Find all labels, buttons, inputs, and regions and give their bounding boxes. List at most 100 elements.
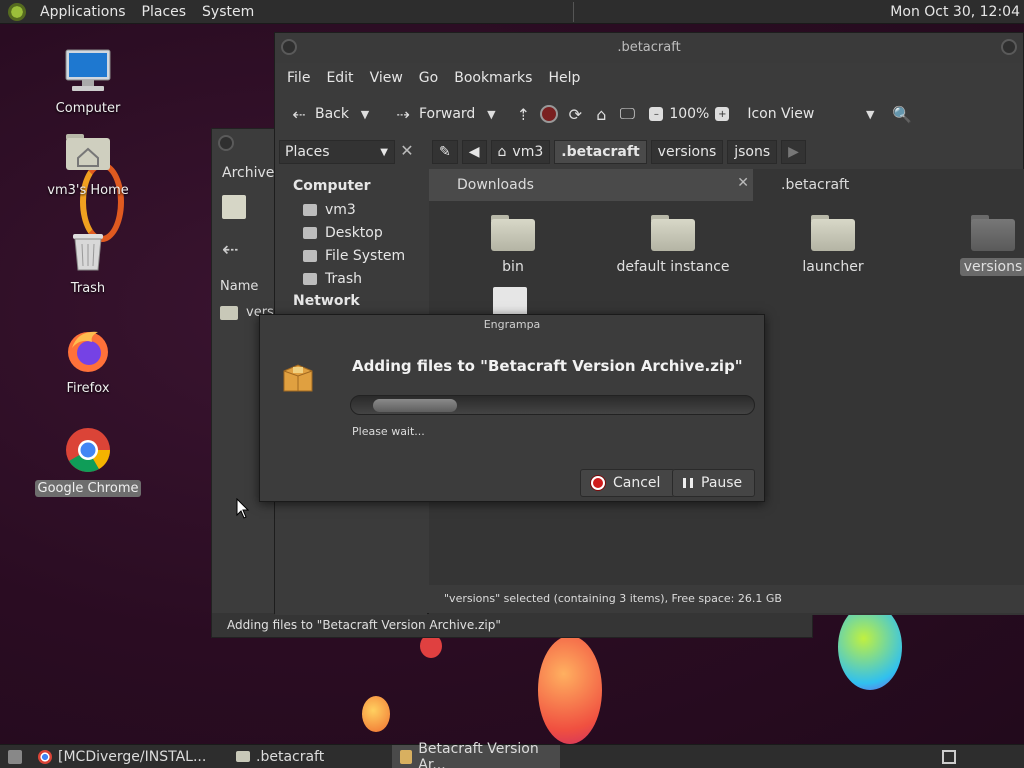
file-item-label: launcher bbox=[802, 259, 864, 275]
file-item-versions[interactable]: versions bbox=[933, 205, 1024, 276]
cancel-button[interactable]: Cancel bbox=[580, 469, 676, 497]
dialog-message: Please wait... bbox=[352, 425, 425, 438]
file-item-label: default instance bbox=[616, 259, 730, 275]
sidebar-item-desktop[interactable]: Desktop bbox=[275, 221, 427, 244]
file-item-launcher[interactable]: launcher bbox=[773, 205, 893, 275]
sidebar-item-trash[interactable]: Trash bbox=[275, 267, 427, 290]
cancel-label: Cancel bbox=[613, 475, 661, 491]
sidebar-item-vm3[interactable]: vm3 bbox=[275, 198, 427, 221]
menu-help[interactable]: Help bbox=[540, 70, 588, 86]
tab-betacraft[interactable]: .betacraft bbox=[753, 169, 877, 201]
computer-icon[interactable]: 🖵 bbox=[617, 104, 637, 124]
chevron-down-icon: ▼ bbox=[487, 107, 496, 121]
forward-arrow-icon: ⇢ bbox=[396, 104, 410, 124]
file-icon[interactable] bbox=[493, 287, 527, 317]
tab-label: .betacraft bbox=[781, 177, 850, 193]
tab-close-icon[interactable]: ✕ bbox=[737, 175, 749, 191]
zoom-level: 100% bbox=[669, 106, 710, 122]
desktop-icon-trash[interactable]: Trash bbox=[28, 226, 148, 297]
pause-label: Pause bbox=[701, 475, 743, 491]
breadcrumb-vm3[interactable]: ⌂ vm3 bbox=[490, 140, 551, 164]
view-mode-select[interactable]: Icon View ▼ bbox=[741, 104, 886, 124]
toolbar: ⇠ Back ▼ ⇢ Forward ▼ ⇡ ⟳ ⌂ 🖵 – 100% + Ic… bbox=[275, 93, 1023, 135]
back-button[interactable]: ⇠ Back ▼ bbox=[283, 104, 381, 124]
cancel-icon bbox=[591, 476, 605, 490]
balloon-decoration bbox=[362, 696, 390, 732]
places-selector[interactable]: Places ▼ bbox=[279, 140, 395, 164]
show-desktop-button[interactable] bbox=[0, 745, 30, 768]
back-arrow-icon[interactable]: ⇠ bbox=[222, 237, 239, 261]
menu-go[interactable]: Go bbox=[411, 70, 446, 86]
menu-places[interactable]: Places bbox=[134, 0, 195, 24]
chrome-icon bbox=[38, 749, 52, 764]
mouse-cursor-icon bbox=[236, 498, 250, 519]
breadcrumb-label: vm3 bbox=[512, 144, 544, 160]
window-menu-icon[interactable] bbox=[218, 135, 234, 151]
top-panel: Applications Places System Mon Oct 30, 1… bbox=[0, 0, 1024, 24]
menubar: File Edit View Go Bookmarks Help bbox=[275, 63, 1023, 93]
menu-view[interactable]: View bbox=[362, 70, 411, 86]
desktop-icon-label: Firefox bbox=[66, 381, 110, 396]
edit-location-icon[interactable]: ✎ bbox=[432, 140, 458, 164]
menu-file[interactable]: File bbox=[279, 70, 318, 86]
dialog-title: Engrampa bbox=[483, 318, 541, 331]
chevron-down-icon: ▼ bbox=[866, 107, 875, 121]
zoom-control[interactable]: – 100% + bbox=[643, 106, 735, 122]
forward-button[interactable]: ⇢ Forward ▼ bbox=[387, 104, 507, 124]
file-item-default-instance[interactable]: default instance bbox=[613, 205, 733, 275]
new-archive-icon[interactable] bbox=[222, 195, 246, 219]
breadcrumb-left-arrow-icon[interactable]: ◀ bbox=[461, 140, 487, 164]
breadcrumb-versions[interactable]: versions bbox=[650, 140, 724, 164]
breadcrumb-betacraft[interactable]: .betacraft bbox=[554, 140, 647, 164]
menu-applications[interactable]: Applications bbox=[32, 0, 134, 24]
zoom-in-icon[interactable]: + bbox=[715, 107, 730, 121]
computer-icon bbox=[64, 46, 112, 94]
taskbar-item-file-manager[interactable]: .betacraft bbox=[228, 745, 392, 768]
close-sidebar-icon[interactable]: ✕ bbox=[397, 141, 417, 163]
search-icon[interactable]: 🔍 bbox=[892, 104, 912, 124]
clock[interactable]: Mon Oct 30, 12:04 bbox=[890, 4, 1024, 20]
places-selector-label: Places bbox=[285, 144, 330, 160]
breadcrumb-jsons[interactable]: jsons bbox=[727, 140, 778, 164]
trash-icon bbox=[64, 226, 112, 274]
firefox-icon bbox=[64, 326, 112, 374]
view-mode-label: Icon View bbox=[747, 106, 815, 122]
desktop-icon-home[interactable]: vm3's Home bbox=[28, 128, 148, 199]
window-close-icon[interactable] bbox=[1001, 39, 1017, 55]
desktop-icon-firefox[interactable]: Firefox bbox=[28, 326, 148, 397]
zoom-out-icon[interactable]: – bbox=[649, 107, 664, 121]
tab-bar: Downloads ✕ .betacraft bbox=[429, 169, 1024, 201]
breadcrumb-right-arrow-icon[interactable]: ▶ bbox=[781, 140, 806, 164]
folder-icon bbox=[811, 215, 855, 251]
sidebar-item-file-system[interactable]: File System bbox=[275, 244, 427, 267]
stop-icon[interactable] bbox=[539, 104, 559, 124]
desktop-icon-label: vm3's Home bbox=[47, 183, 129, 198]
taskbar-item-chrome[interactable]: [MCDiverge/INSTAL... bbox=[30, 745, 228, 768]
column-header-name[interactable]: Name bbox=[220, 279, 258, 294]
file-item-bin[interactable]: bin bbox=[453, 205, 573, 275]
dialog-heading: Adding files to "Betacraft Version Archi… bbox=[352, 357, 743, 375]
menu-system[interactable]: System bbox=[194, 0, 262, 24]
desktop-icon-computer[interactable]: Computer bbox=[28, 46, 148, 117]
archive-window-title: Archive bbox=[222, 165, 275, 181]
tray-notes-button[interactable] bbox=[934, 745, 964, 768]
up-arrow-icon[interactable]: ⇡ bbox=[513, 104, 533, 124]
reload-icon[interactable]: ⟳ bbox=[565, 104, 585, 124]
progress-dialog: Engrampa Adding files to "Betacraft Vers… bbox=[259, 314, 765, 502]
menu-bookmarks[interactable]: Bookmarks bbox=[446, 70, 540, 86]
taskbar-item-label: Betacraft Version Ar... bbox=[418, 740, 539, 768]
home-icon bbox=[303, 203, 317, 216]
home-icon[interactable]: ⌂ bbox=[591, 104, 611, 124]
chevron-down-icon: ▼ bbox=[380, 146, 388, 158]
archive-icon bbox=[400, 749, 413, 764]
window-titlebar[interactable]: .betacraft bbox=[275, 33, 1023, 63]
pause-icon bbox=[683, 478, 693, 488]
taskbar-item-label: [MCDiverge/INSTAL... bbox=[58, 748, 207, 765]
file-item-label: versions bbox=[959, 258, 1024, 276]
tab-downloads[interactable]: Downloads ✕ bbox=[429, 169, 753, 201]
desktop-icon-chrome[interactable]: Google Chrome bbox=[28, 426, 148, 497]
taskbar-item-archive[interactable]: Betacraft Version Ar... bbox=[392, 741, 560, 768]
menu-edit[interactable]: Edit bbox=[318, 70, 361, 86]
pause-button[interactable]: Pause bbox=[672, 469, 756, 497]
distro-logo-icon[interactable] bbox=[8, 2, 26, 21]
